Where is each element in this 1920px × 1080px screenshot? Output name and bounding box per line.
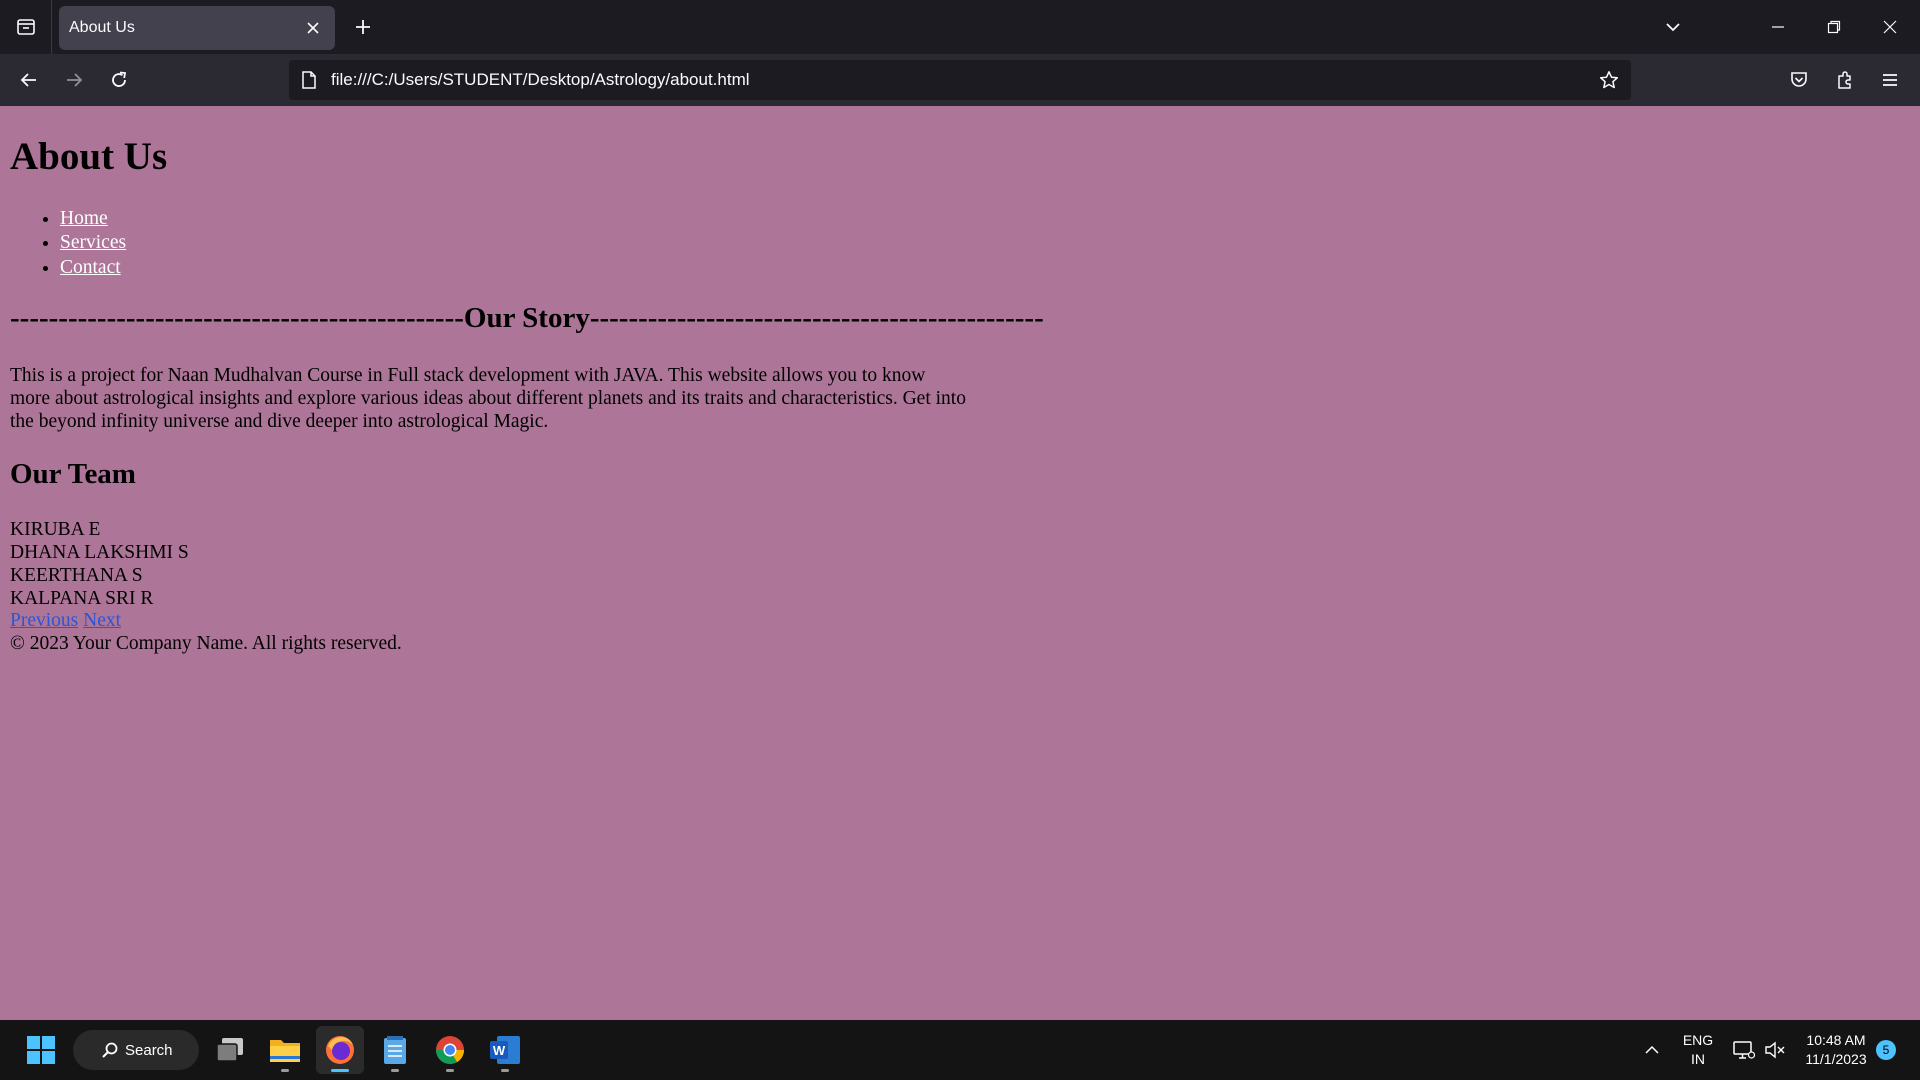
page-title: About Us	[10, 135, 168, 178]
tab-close-button[interactable]	[299, 14, 327, 42]
clock-time: 10:48 AM	[1806, 1032, 1866, 1048]
puzzle-icon	[1838, 71, 1851, 89]
firefox-view-button[interactable]	[0, 0, 52, 54]
start-button[interactable]	[17, 1026, 65, 1074]
firefox-icon	[326, 1036, 354, 1064]
previous-link[interactable]: Previous	[10, 610, 78, 631]
clock-date: 11/1/2023	[1805, 1051, 1867, 1067]
folder-icon	[270, 1040, 300, 1062]
restore-button[interactable]	[1806, 0, 1862, 54]
firefox-button[interactable]	[316, 1026, 364, 1074]
notepad-button[interactable]	[371, 1026, 419, 1074]
search-icon	[102, 1042, 118, 1058]
windows-logo-icon	[27, 1036, 55, 1064]
search-label: Search	[125, 1041, 173, 1059]
nav-item-services: Services	[60, 231, 126, 255]
tab-bar: About Us	[0, 0, 1920, 54]
language-code: ENG	[1682, 1032, 1714, 1048]
our-team-heading: Our Team	[10, 458, 136, 490]
footer-copyright: © 2023 Your Company Name. All rights res…	[10, 633, 402, 654]
task-view-icon	[216, 1038, 243, 1062]
team-member: KALPANA SRI R	[10, 588, 154, 609]
firefox-view-icon	[16, 19, 35, 35]
word-icon: W	[490, 1036, 520, 1064]
running-indicator	[281, 1069, 289, 1072]
minimize-button[interactable]	[1750, 0, 1806, 54]
tab-title: About Us	[69, 19, 135, 36]
url-text[interactable]: file:///C:/Users/STUDENT/Desktop/Astrolo…	[331, 70, 750, 90]
running-indicator	[331, 1069, 349, 1072]
next-link[interactable]: Next	[83, 610, 121, 631]
running-indicator	[446, 1069, 454, 1072]
pager: Previous Next	[10, 610, 121, 632]
close-window-button[interactable]	[1862, 0, 1918, 54]
svg-text:W: W	[493, 1043, 506, 1058]
chrome-button[interactable]	[426, 1026, 474, 1074]
arrow-right-icon	[67, 73, 83, 87]
bookmark-star-button[interactable]	[1593, 64, 1625, 96]
nav-list: Home Services Contact	[60, 207, 126, 280]
running-indicator	[501, 1069, 509, 1072]
file-explorer-button[interactable]	[261, 1026, 309, 1074]
language-indicator[interactable]: ENG IN	[1676, 1031, 1720, 1069]
navigation-toolbar: file:///C:/Users/STUDENT/Desktop/Astrolo…	[0, 54, 1920, 106]
restore-icon	[1827, 20, 1841, 34]
nav-item-home: Home	[60, 207, 126, 231]
reload-button[interactable]	[101, 62, 137, 98]
close-icon	[307, 22, 319, 34]
word-button[interactable]: W	[481, 1026, 529, 1074]
team-member: KIRUBA E	[10, 519, 101, 540]
network-icon	[1733, 1041, 1755, 1059]
page-icon	[297, 68, 321, 92]
pocket-icon	[1791, 72, 1807, 87]
taskbar-search[interactable]: Search	[73, 1030, 199, 1070]
reload-icon	[112, 71, 127, 87]
notification-badge[interactable]: 5	[1876, 1040, 1896, 1060]
plus-icon	[356, 20, 370, 34]
volume-button[interactable]	[1758, 1026, 1792, 1074]
notepad-icon	[384, 1036, 406, 1064]
tab-about-us[interactable]: About Us	[59, 6, 335, 50]
clock[interactable]: 10:48 AM 11/1/2023	[1796, 1031, 1876, 1069]
chrome-icon	[436, 1036, 464, 1064]
list-all-tabs-button[interactable]	[1656, 10, 1690, 44]
show-hidden-icons-button[interactable]	[1630, 1026, 1674, 1074]
app-menu-button[interactable]	[1872, 62, 1908, 98]
star-icon	[1599, 71, 1619, 89]
chevron-up-icon	[1645, 1045, 1659, 1054]
back-button[interactable]	[11, 62, 47, 98]
taskbar: Search W ENG IN 10:48 AM 11/1/2023 5	[0, 1020, 1920, 1080]
chevron-down-icon	[1666, 23, 1680, 32]
nav-item-contact: Contact	[60, 256, 126, 280]
nav-link-services[interactable]: Services	[60, 232, 126, 253]
team-member: KEERTHANA S	[10, 565, 143, 586]
new-tab-button[interactable]	[346, 10, 380, 44]
our-story-heading: ----------------------------------------…	[10, 302, 1044, 334]
our-story-paragraph: This is a project for Naan Mudhalvan Cou…	[10, 365, 966, 432]
forward-button[interactable]	[56, 62, 92, 98]
running-indicator	[391, 1069, 399, 1072]
nav-link-contact[interactable]: Contact	[60, 257, 121, 278]
address-bar[interactable]: file:///C:/Users/STUDENT/Desktop/Astrolo…	[289, 60, 1631, 100]
page-content: About Us Home Services Contact ---------…	[0, 106, 1920, 1020]
extensions-button[interactable]	[1827, 62, 1863, 98]
hamburger-icon	[1883, 74, 1897, 86]
minimize-icon	[1772, 26, 1784, 28]
network-button[interactable]	[1726, 1026, 1762, 1074]
volume-muted-icon	[1765, 1041, 1785, 1059]
arrow-left-icon	[20, 73, 36, 87]
nav-link-home[interactable]: Home	[60, 208, 108, 229]
team-member: DHANA LAKSHMI S	[10, 542, 189, 563]
task-view-button[interactable]	[206, 1026, 254, 1074]
pocket-button[interactable]	[1781, 62, 1817, 98]
region-code: IN	[1691, 1051, 1705, 1067]
close-icon	[1883, 20, 1897, 34]
team-list: KIRUBA E DHANA LAKSHMI S KEERTHANA S KAL…	[10, 518, 189, 610]
